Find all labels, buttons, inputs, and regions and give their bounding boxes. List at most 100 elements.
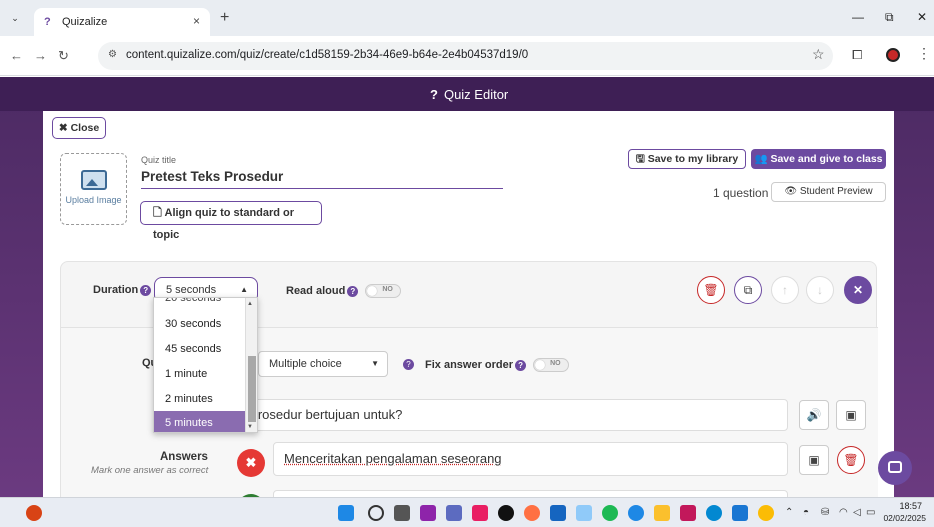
duplicate-question-button[interactable]: ⧉ [734, 276, 762, 304]
file-explorer-icon[interactable] [654, 505, 670, 521]
quizalize-logo-icon: ? [430, 87, 438, 102]
site-info-icon[interactable]: ⚙ [108, 49, 117, 60]
answer-input[interactable] [273, 490, 788, 497]
scroll-down-icon[interactable]: ▼ [247, 424, 253, 430]
tab-close-icon[interactable]: × [193, 14, 200, 28]
quiz-editor-page: ? Quiz Editor ✖ Close Upload Image Quiz t… [0, 77, 934, 497]
spotify-icon[interactable] [602, 505, 618, 521]
edge-icon[interactable] [706, 505, 722, 521]
tiktok-icon[interactable] [498, 505, 514, 521]
read-aloud-control: Read aloud? NO [286, 284, 402, 298]
copilot-icon[interactable] [420, 505, 436, 521]
answer-image-button[interactable]: ▣ [799, 445, 829, 475]
browser-tabbar: ⌄ ? Quizalize × + — ⧉ ✕ [0, 0, 934, 36]
align-quiz-button[interactable]: 🗋 Align quiz to standard or topic [140, 201, 322, 241]
duration-option[interactable]: 45 seconds [154, 337, 246, 361]
telegram-icon[interactable] [628, 505, 644, 521]
save-library-label: Save to my library [647, 153, 739, 165]
new-tab-plus-icon[interactable]: + [220, 9, 229, 27]
close-question-button[interactable]: ✕ [844, 276, 872, 304]
caret-down-icon: ▼ [371, 359, 379, 368]
teams-icon[interactable] [446, 505, 462, 521]
search-icon[interactable] [368, 505, 384, 521]
address-bar-row: ← → ↻ ⚙ content.quizalize.com/quiz/creat… [0, 36, 934, 76]
restore-icon[interactable]: ⧉ [885, 10, 894, 25]
duration-option[interactable]: 30 seconds [154, 312, 246, 336]
editor-header: ? Quiz Editor [0, 77, 934, 111]
move-down-button[interactable]: ↓ [806, 276, 834, 304]
save-and-give-button[interactable]: 👥 Save and give to class [751, 149, 886, 169]
question-type-value: Multiple choice [269, 358, 342, 370]
tray-app-icon[interactable]: ◓ [803, 507, 809, 518]
browser-menu-icon[interactable]: ⋮ [917, 45, 931, 62]
clock-time[interactable]: 18:57 [880, 501, 922, 511]
duration-option[interactable]: 2 minutes [154, 387, 246, 411]
instagram-icon[interactable] [472, 505, 488, 521]
student-preview-label: Student Preview [799, 186, 873, 197]
incorrect-answer-marker[interactable]: ✖ [237, 449, 265, 477]
url-field[interactable]: ⚙ content.quizalize.com/quiz/create/c1d5… [98, 42, 833, 70]
tray-app-icon[interactable]: ⛁ [821, 507, 829, 518]
quiz-title-input[interactable]: Pretest Teks Prosedur [141, 169, 503, 189]
app-icon[interactable] [550, 505, 566, 521]
question-text-input[interactable]: ks prosedur bertujuan untuk? [221, 399, 788, 431]
dropdown-scrollbar[interactable]: ▲ ▼ [245, 298, 257, 432]
question-image-button[interactable]: ▣ [836, 400, 866, 430]
answer-input[interactable]: Menceritakan pengalaman seseorang [273, 442, 788, 476]
answers-hint: Mark one answer as correct [91, 465, 209, 476]
extensions-icon[interactable]: ⧠ [852, 47, 862, 63]
tab-list-chevron-icon[interactable]: ⌄ [6, 10, 24, 26]
weather-icon[interactable] [26, 505, 42, 521]
profile-avatar[interactable] [886, 48, 900, 62]
reload-icon[interactable]: ↻ [58, 48, 69, 64]
read-aloud-toggle[interactable]: NO [365, 284, 402, 298]
back-arrow-icon[interactable]: ← [10, 48, 23, 63]
duration-dropdown-list: 20 seconds 30 seconds 45 seconds 1 minut… [153, 297, 258, 433]
duration-label-text: Duration [93, 284, 139, 296]
firefox-icon[interactable] [524, 505, 540, 521]
duration-option[interactable]: 20 seconds [154, 298, 246, 310]
scroll-up-icon[interactable]: ▲ [247, 301, 253, 307]
read-aloud-help-icon[interactable]: ? [347, 285, 359, 297]
read-aloud-label: Read aloud [286, 284, 346, 297]
fix-order-toggle[interactable]: NO [533, 358, 570, 372]
browser-tab[interactable]: ? Quizalize × [34, 8, 210, 36]
mail-icon[interactable] [576, 505, 592, 521]
tray-chevron-icon[interactable]: ⌃ [785, 507, 793, 518]
clock-date[interactable]: 02/02/2025 [870, 513, 926, 523]
toggle-knob [535, 360, 546, 370]
fix-order-help-icon[interactable]: ? [515, 359, 527, 371]
duration-option-selected[interactable]: 5 minutes [154, 411, 246, 432]
chat-support-button[interactable] [878, 451, 912, 485]
window-close-icon[interactable]: ✕ [917, 10, 927, 24]
duration-help-icon[interactable]: ? [140, 284, 152, 296]
fix-answer-order-control: Fix answer order? NO [425, 358, 570, 372]
audio-button[interactable]: 🔊 [799, 400, 829, 430]
move-up-button[interactable]: ↑ [771, 276, 799, 304]
app-icon[interactable] [680, 505, 696, 521]
windows-taskbar: ⌃ ◓ ⛁ ◠ ◁ ▭ 18:57 02/02/2025 [0, 497, 934, 527]
question-type-select[interactable]: Multiple choice ▼ [258, 351, 388, 377]
volume-icon[interactable]: ◁ [853, 507, 861, 518]
chrome-icon[interactable] [758, 505, 774, 521]
task-view-icon[interactable] [394, 505, 410, 521]
save-to-library-button[interactable]: 🖫 Save to my library [628, 149, 746, 169]
word-icon[interactable] [732, 505, 748, 521]
start-icon[interactable] [338, 505, 354, 521]
minimize-icon[interactable]: — [852, 10, 864, 24]
save-give-label: Save and give to class [770, 153, 883, 165]
bookmark-star-icon[interactable]: ☆ [812, 46, 825, 63]
upload-image-button[interactable]: Upload Image [60, 153, 127, 225]
image-icon [80, 170, 107, 190]
wifi-icon[interactable]: ◠ [839, 507, 848, 518]
student-preview-button[interactable]: 👁 Student Preview [771, 182, 886, 202]
question-type-help-icon[interactable]: ? [403, 359, 414, 370]
quizalize-favicon-icon: ? [44, 16, 51, 28]
scrollbar-thumb[interactable] [248, 356, 256, 422]
duration-value: 5 seconds [166, 284, 217, 296]
close-button[interactable]: ✖ Close [52, 117, 106, 139]
forward-arrow-icon[interactable]: → [34, 48, 47, 63]
delete-question-button[interactable]: 🗑 [697, 276, 725, 304]
delete-answer-button[interactable]: 🗑 [837, 446, 865, 474]
duration-option[interactable]: 1 minute [154, 362, 246, 386]
